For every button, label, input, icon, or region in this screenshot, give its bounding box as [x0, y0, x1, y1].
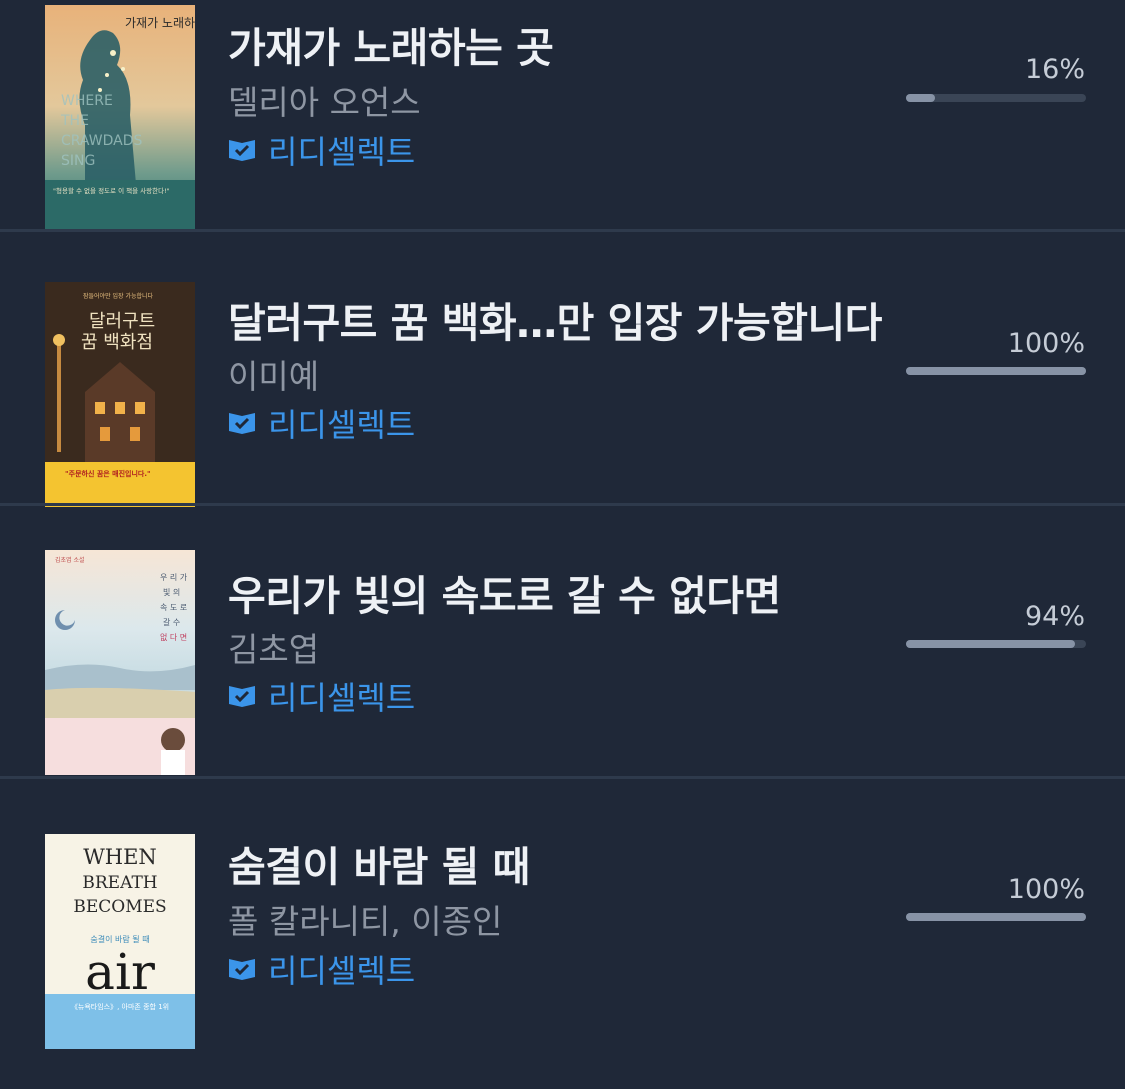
ridiselect-badge: 리디셀렉트 — [228, 676, 416, 717]
badge-label: 리디셀렉트 — [268, 952, 416, 990]
row-divider — [0, 503, 1125, 506]
row-divider — [0, 776, 1125, 779]
book-title: 숨결이 바람 될 때 — [228, 843, 530, 891]
book-row[interactable]: WHEN BREATH BECOMES 숨결이 바람 될 때 air 《뉴욕타임… — [0, 819, 1125, 1089]
progress-fill — [906, 367, 1086, 375]
book-title: 달러구트 꿈 백화…만 입장 가능합니다 — [228, 299, 882, 347]
book-author: 델리아 오언스 — [228, 83, 421, 122]
cover-banner: 《뉴욕타임스》, 아마존 종합 1위 — [71, 1002, 169, 1011]
cover-title-en: SING — [61, 153, 95, 169]
cover-banner: 잠들어야만 입장 가능합니다 — [83, 292, 154, 300]
cover-title: 빛 의 — [163, 587, 180, 597]
cover-title: 없 다 면 — [160, 632, 187, 642]
cover-title-en: WHERE — [61, 93, 113, 109]
cover-title-ko: 가재가 노래하는 곳 — [125, 16, 195, 30]
cover-title: 달러구트 — [89, 311, 155, 332]
ridiselect-badge: 리디셀렉트 — [228, 130, 416, 171]
ridiselect-badge: 리디셀렉트 — [228, 949, 416, 990]
ridiselect-badge: 리디셀렉트 — [228, 403, 416, 444]
cover-title-en: CRAWDADS — [61, 133, 142, 149]
cover-art: 김초엽 소설 우 리 가 빛 의 속 도 로 갈 수 없 다 면 — [45, 550, 195, 775]
book-title: 가재가 노래하는 곳 — [228, 24, 554, 72]
progress-fill — [906, 94, 935, 102]
book-cover[interactable]: 잠들어야만 입장 가능합니다 달러구트 꿈 백화점 "주문하신 꿈은 매진입니다… — [45, 282, 195, 507]
progress-percent: 94% — [1024, 601, 1085, 632]
row-divider — [0, 229, 1125, 232]
check-book-icon — [229, 686, 255, 707]
check-book-icon — [229, 413, 255, 434]
cover-art: WHEN BREATH BECOMES 숨결이 바람 될 때 air 《뉴욕타임… — [45, 834, 195, 1049]
cover-bottom-banner: "주문하신 꿈은 매진입니다." — [65, 469, 151, 478]
progress-bar — [906, 94, 1086, 102]
book-list: 가재가 노래하는 곳 WHERE THE CRAWDADS SING "형용할 … — [0, 0, 1125, 1084]
cover-title: 속 도 로 — [160, 603, 187, 612]
book-cover[interactable]: WHEN BREATH BECOMES 숨결이 바람 될 때 air 《뉴욕타임… — [45, 834, 195, 1059]
cover-title-en: THE — [60, 113, 89, 129]
book-row[interactable]: 잠들어야만 입장 가능합니다 달러구트 꿈 백화점 "주문하신 꿈은 매진입니다… — [0, 273, 1125, 543]
cover-big-word: air — [85, 943, 155, 1001]
progress-fill — [906, 913, 1086, 921]
book-title: 우리가 빛의 속도로 갈 수 없다면 — [228, 572, 781, 620]
cover-title: 갈 수 — [163, 618, 180, 627]
book-cover[interactable]: 가재가 노래하는 곳 WHERE THE CRAWDADS SING "형용할 … — [45, 5, 195, 230]
cover-title: 꿈 백화점 — [81, 332, 153, 353]
cover-label: 김초엽 소설 — [55, 556, 85, 564]
cover-title-en: WHEN — [83, 845, 157, 869]
progress-bar — [906, 913, 1086, 921]
progress-percent: 16% — [1024, 54, 1085, 85]
progress-percent: 100% — [1007, 874, 1085, 905]
badge-label: 리디셀렉트 — [268, 406, 416, 444]
progress-percent: 100% — [1007, 328, 1085, 359]
check-book-icon — [229, 140, 255, 161]
progress-bar — [906, 367, 1086, 375]
badge-label: 리디셀렉트 — [268, 679, 416, 717]
progress-bar — [906, 640, 1086, 648]
badge-label: 리디셀렉트 — [268, 133, 416, 171]
check-book-icon — [229, 959, 255, 980]
cover-art: 가재가 노래하는 곳 WHERE THE CRAWDADS SING "형용할 … — [45, 5, 195, 230]
book-author: 김초엽 — [228, 630, 320, 669]
cover-quote: "형용할 수 없을 정도로 이 책을 사랑한다!" — [53, 186, 170, 195]
progress-fill — [906, 640, 1076, 648]
cover-art: 잠들어야만 입장 가능합니다 달러구트 꿈 백화점 "주문하신 꿈은 매진입니다… — [45, 282, 195, 507]
book-row[interactable]: 김초엽 소설 우 리 가 빛 의 속 도 로 갈 수 없 다 면 우리가 빛의 … — [0, 546, 1125, 816]
book-author: 이미예 — [228, 357, 320, 396]
cover-title: 우 리 가 — [160, 573, 188, 582]
book-row[interactable]: 가재가 노래하는 곳 WHERE THE CRAWDADS SING "형용할 … — [0, 0, 1125, 270]
book-cover[interactable]: 김초엽 소설 우 리 가 빛 의 속 도 로 갈 수 없 다 면 — [45, 550, 195, 775]
cover-title-en: BECOMES — [73, 897, 166, 917]
book-author: 폴 칼라니티, 이종인 — [228, 902, 503, 941]
cover-title-en: BREATH — [82, 873, 157, 893]
